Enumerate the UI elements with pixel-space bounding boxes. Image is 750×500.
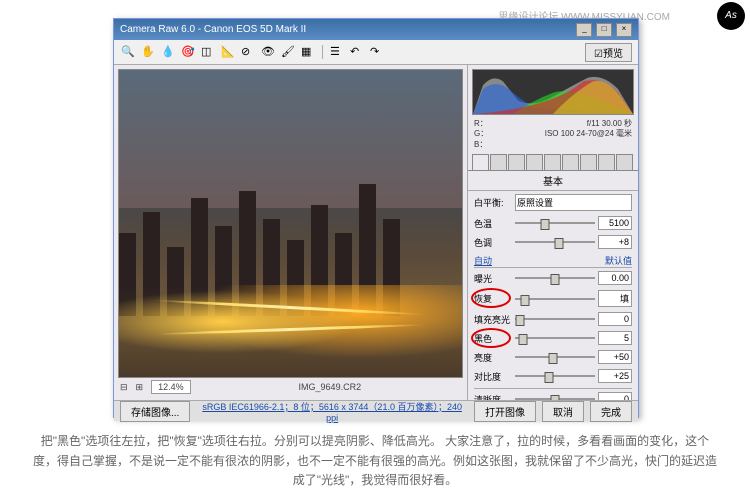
crop-tool-icon[interactable]: ◫ — [200, 44, 216, 60]
detail-tab[interactable] — [508, 154, 525, 170]
open-button[interactable]: 打开图像 — [474, 401, 536, 422]
save-button[interactable]: 存储图像... — [120, 401, 190, 422]
site-logo: As — [717, 2, 745, 30]
preview-panel: ⊟ ⊞ 12.4% IMG_9649.CR2 — [114, 65, 467, 400]
contrast-label: 对比度 — [474, 370, 512, 383]
brightness-value[interactable]: +50 — [598, 350, 632, 364]
fill-value[interactable]: 0 — [598, 312, 632, 326]
maximize-button[interactable]: □ — [596, 23, 612, 37]
redeye-tool-icon[interactable]: 👁 — [260, 44, 276, 60]
cancel-button[interactable]: 取消 — [542, 401, 584, 422]
rotate-ccw-icon[interactable]: ↶ — [349, 44, 365, 60]
window-title: Camera Raw 6.0 - Canon EOS 5D Mark II — [120, 24, 306, 35]
presets-tab[interactable] — [616, 154, 633, 170]
straighten-icon[interactable]: 📐 — [220, 44, 236, 60]
black-label: 黑色 — [474, 332, 512, 345]
camera-raw-window: Camera Raw 6.0 - Canon EOS 5D Mark II _ … — [113, 18, 639, 418]
brightness-label: 亮度 — [474, 351, 512, 364]
tint-value[interactable]: +8 — [598, 235, 632, 249]
done-button[interactable]: 完成 — [590, 401, 632, 422]
panel-title: 基本 — [468, 171, 638, 191]
zoom-tool-icon[interactable]: 🔍 — [120, 44, 136, 60]
recovery-label: 恢复 — [474, 292, 512, 305]
contrast-value[interactable]: +25 — [598, 369, 632, 383]
temp-slider[interactable] — [515, 218, 595, 228]
exposure-value[interactable]: 0.00 — [598, 271, 632, 285]
rotate-cw-icon[interactable]: ↷ — [369, 44, 385, 60]
panel-tabs — [468, 154, 638, 171]
split-tab[interactable] — [544, 154, 561, 170]
black-slider[interactable] — [515, 333, 595, 343]
clarity-value[interactable]: 0 — [598, 392, 632, 400]
workflow-link[interactable]: sRGB IEC61966-2.1；8 位；5616 x 3744（21.0 百… — [196, 400, 468, 423]
window-controls: _ □ × — [575, 23, 632, 37]
gradient-tool-icon[interactable]: ▦ — [300, 44, 316, 60]
image-preview[interactable] — [118, 69, 463, 378]
filename: IMG_9649.CR2 — [199, 382, 461, 392]
fill-label: 填充亮光 — [474, 313, 512, 326]
spot-tool-icon[interactable]: ⊘ — [240, 44, 256, 60]
wb-label: 白平衡: — [474, 196, 512, 209]
hsl-tab[interactable] — [526, 154, 543, 170]
tint-slider[interactable] — [515, 237, 595, 247]
prefs-icon[interactable]: ☰ — [329, 44, 345, 60]
calib-tab[interactable] — [598, 154, 615, 170]
brush-tool-icon[interactable]: 🖌 — [280, 44, 296, 60]
brightness-slider[interactable] — [515, 352, 595, 362]
exif-info: R：f/11 30.00 秒 G：ISO 100 24-70@24 毫米 B： — [468, 119, 638, 154]
contrast-slider[interactable] — [515, 371, 595, 381]
exposure-label: 曝光 — [474, 272, 512, 285]
tint-label: 色调 — [474, 236, 512, 249]
wb-tool-icon[interactable]: 💧 — [160, 44, 176, 60]
curve-tab[interactable] — [490, 154, 507, 170]
close-button[interactable]: × — [616, 23, 632, 37]
hand-tool-icon[interactable]: ✋ — [140, 44, 156, 60]
titlebar: Camera Raw 6.0 - Canon EOS 5D Mark II _ … — [114, 19, 638, 40]
clarity-slider[interactable] — [515, 394, 595, 400]
histogram[interactable] — [472, 69, 634, 115]
temp-label: 色温 — [474, 217, 512, 230]
fill-slider[interactable] — [515, 314, 595, 324]
clarity-label: 清晰度 — [474, 393, 512, 400]
wb-select[interactable]: 原照设置 — [515, 194, 632, 211]
adjustments-panel: R：f/11 30.00 秒 G：ISO 100 24-70@24 毫米 B： … — [467, 65, 638, 400]
preview-toggle[interactable]: ☑预览 — [585, 43, 632, 62]
basic-tab[interactable] — [472, 154, 489, 170]
auto-link[interactable]: 自动 — [474, 254, 492, 267]
lens-tab[interactable] — [562, 154, 579, 170]
toolbar: 🔍 ✋ 💧 🎯 ◫ 📐 ⊘ 👁 🖌 ▦ ☰ ↶ ↷ ☑预览 — [114, 40, 638, 65]
default-link[interactable]: 默认值 — [605, 254, 632, 267]
black-value[interactable]: 5 — [598, 331, 632, 345]
exposure-slider[interactable] — [515, 273, 595, 283]
recovery-slider[interactable] — [515, 294, 595, 304]
zoom-minus[interactable]: ⊟ — [120, 382, 128, 393]
temp-value[interactable]: 5100 — [598, 216, 632, 230]
recovery-value[interactable]: 填 — [598, 290, 632, 307]
minimize-button[interactable]: _ — [576, 23, 592, 37]
zoom-plus[interactable]: ⊞ — [136, 382, 144, 393]
color-sampler-icon[interactable]: 🎯 — [180, 44, 196, 60]
fx-tab[interactable] — [580, 154, 597, 170]
tutorial-caption: 把"黑色"选项往左拉，把"恢复"选项往右拉。分别可以提亮阴影、降低高光。 大家注… — [0, 432, 750, 490]
zoom-level[interactable]: 12.4% — [151, 380, 191, 394]
